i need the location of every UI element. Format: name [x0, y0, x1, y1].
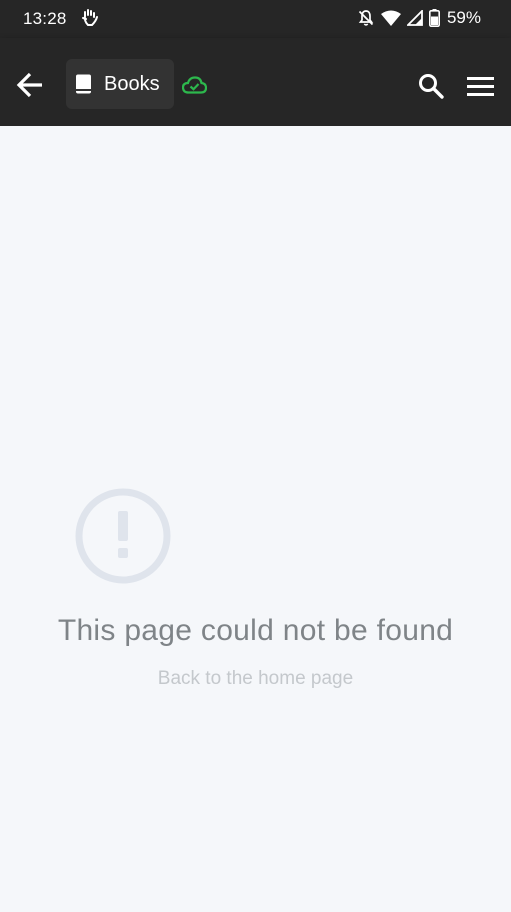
- app-bar: Books: [0, 38, 511, 126]
- arrow-left-icon: [16, 72, 42, 98]
- hand-gesture-icon: [82, 9, 98, 26]
- books-section-button[interactable]: Books: [66, 59, 174, 109]
- hamburger-menu-icon[interactable]: [465, 74, 495, 98]
- cell-signal-icon: [406, 10, 423, 26]
- status-time: 13:28: [23, 9, 67, 28]
- exclamation-circle-icon: [75, 488, 171, 584]
- section-title: Books: [104, 73, 160, 95]
- wifi-icon: [380, 10, 401, 26]
- home-page-link[interactable]: Back to the home page: [0, 668, 511, 690]
- status-bar: 13:28 59%: [0, 0, 511, 38]
- battery-icon: [428, 9, 440, 27]
- back-button[interactable]: [12, 67, 48, 103]
- search-icon[interactable]: [417, 72, 445, 100]
- notifications-off-icon: [358, 10, 374, 26]
- error-title: This page could not be found: [57, 614, 454, 647]
- book-icon: [76, 74, 91, 94]
- battery-percent: 59%: [446, 8, 481, 27]
- status-icons: 59%: [357, 8, 481, 28]
- cloud-check-icon: [182, 76, 207, 94]
